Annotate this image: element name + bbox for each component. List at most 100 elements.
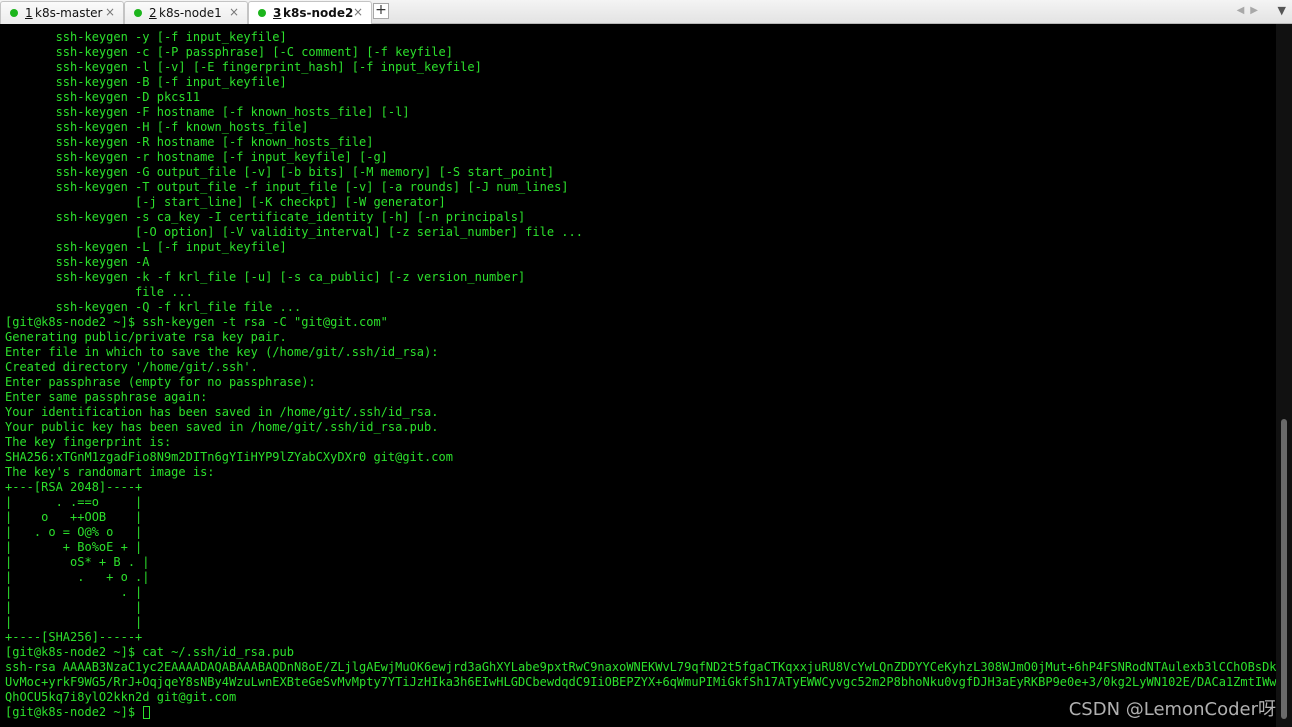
terminal-line-text: ssh-keygen -B [-f input_keyfile]	[5, 75, 287, 89]
terminal-line-text: ssh-keygen -L [-f input_keyfile]	[5, 240, 287, 254]
terminal-line: ssh-keygen -c [-P passphrase] [-C commen…	[5, 45, 1276, 60]
terminal-line: ssh-keygen -s ca_key -I certificate_iden…	[5, 210, 1276, 225]
connected-status-icon	[258, 9, 266, 17]
terminal-line: ssh-keygen -L [-f input_keyfile]	[5, 240, 1276, 255]
terminal-line: +---[RSA 2048]----+	[5, 480, 1276, 495]
terminal-line: ssh-keygen -A	[5, 255, 1276, 270]
tab-list-dropdown-icon[interactable]: ▼	[1278, 4, 1286, 17]
terminal-line-text: Your identification has been saved in /h…	[5, 405, 439, 419]
terminal-line: Your identification has been saved in /h…	[5, 405, 1276, 420]
tab-k8s-node1[interactable]: 2 k8s-node1 ×	[124, 1, 248, 24]
terminal-line: | + Bo%oE + |	[5, 540, 1276, 555]
connected-status-icon	[10, 9, 18, 17]
close-icon[interactable]: ×	[105, 5, 115, 19]
terminal-line-text: ssh-keygen -s ca_key -I certificate_iden…	[5, 210, 526, 224]
terminal-line: | |	[5, 600, 1276, 615]
terminal-line-text: | |	[5, 600, 143, 614]
session-tab-bar: 1 k8s-master × 2 k8s-node1 × 3 k8s-node2…	[0, 0, 1292, 24]
terminal-line: UvMoc+yrkF9WG5/RrJ+OqjqeY8sNBy4WzuLwnEXB…	[5, 675, 1276, 690]
terminal-line-text: SHA256:xTGnM1zgadFio8N9m2DITn6gYIiHYP9lZ…	[5, 450, 453, 464]
terminal-line: ssh-keygen -H [-f known_hosts_file]	[5, 120, 1276, 135]
terminal-line-text: Enter file in which to save the key (/ho…	[5, 345, 439, 359]
terminal-line: | . o = O@% o |	[5, 525, 1276, 540]
close-icon[interactable]: ×	[229, 5, 239, 19]
terminal-output[interactable]: ssh-keygen -y [-f input_keyfile] ssh-key…	[0, 24, 1276, 727]
terminal-line: The key fingerprint is:	[5, 435, 1276, 450]
terminal-line-text: The key's randomart image is:	[5, 465, 215, 479]
terminal-line: ssh-rsa AAAAB3NzaC1yc2EAAAADAQABAAABAQDn…	[5, 660, 1276, 675]
tab-number: 3	[273, 6, 282, 20]
terminal-line-text: The key fingerprint is:	[5, 435, 172, 449]
terminal-lines: ssh-keygen -y [-f input_keyfile] ssh-key…	[5, 30, 1276, 720]
terminal-line-text: ssh-keygen -H [-f known_hosts_file]	[5, 120, 309, 134]
terminal-line: ssh-keygen -B [-f input_keyfile]	[5, 75, 1276, 90]
terminal-line: The key's randomart image is:	[5, 465, 1276, 480]
scrollbar-thumb[interactable]	[1281, 419, 1287, 719]
terminal-line-text: [-j start_line] [-K checkpt] [-W generat…	[5, 195, 446, 209]
terminal-line-text: ssh-keygen -k -f krl_file [-u] [-s ca_pu…	[5, 270, 526, 284]
terminal-line-text: | o ++OOB |	[5, 510, 143, 524]
terminal-line-text: ssh-keygen -T output_file -f input_file …	[5, 180, 569, 194]
terminal-line: [git@k8s-node2 ~]$ cat ~/.ssh/id_rsa.pub	[5, 645, 1276, 660]
terminal-line: [-O option] [-V validity_interval] [-z s…	[5, 225, 1276, 240]
terminal-line-text: Generating public/private rsa key pair.	[5, 330, 287, 344]
terminal-line-text: | . o = O@% o |	[5, 525, 143, 539]
terminal-line-text: file ...	[5, 285, 193, 299]
terminal-line-text: [git@k8s-node2 ~]$ cat ~/.ssh/id_rsa.pub	[5, 645, 294, 659]
terminal-line: [git@k8s-node2 ~]$ ssh-keygen -t rsa -C …	[5, 315, 1276, 330]
terminal-line: | |	[5, 615, 1276, 630]
terminal-line-text: ssh-keygen -y [-f input_keyfile]	[5, 30, 287, 44]
terminal-line-text: ssh-keygen -r hostname [-f input_keyfile…	[5, 150, 388, 164]
terminal-line-text: | . + o .|	[5, 570, 150, 584]
terminal-line: +----[SHA256]-----+	[5, 630, 1276, 645]
terminal-line: ssh-keygen -Q -f krl_file file ...	[5, 300, 1276, 315]
terminal-line-text: | + Bo%oE + |	[5, 540, 143, 554]
terminal-line: ssh-keygen -G output_file [-v] [-b bits]…	[5, 165, 1276, 180]
terminal-line: file ...	[5, 285, 1276, 300]
terminal-line-text: Your public key has been saved in /home/…	[5, 420, 439, 434]
terminal-line: Enter file in which to save the key (/ho…	[5, 345, 1276, 360]
tab-scroll-arrows-icon[interactable]: ◀▶	[1237, 5, 1264, 16]
tab-label: k8s-node1	[159, 6, 222, 20]
terminal-line-text: | . |	[5, 585, 143, 599]
terminal-line-text: +---[RSA 2048]----+	[5, 480, 143, 494]
terminal-line-text: +----[SHA256]-----+	[5, 630, 143, 644]
terminal-line-text: Enter same passphrase again:	[5, 390, 208, 404]
terminal-line: ssh-keygen -y [-f input_keyfile]	[5, 30, 1276, 45]
terminal-line-text: [-O option] [-V validity_interval] [-z s…	[5, 225, 583, 239]
terminal-line-text: ssh-keygen -F hostname [-f known_hosts_f…	[5, 105, 410, 119]
terminal-line: Your public key has been saved in /home/…	[5, 420, 1276, 435]
terminal-line-text: ssh-keygen -G output_file [-v] [-b bits]…	[5, 165, 555, 179]
terminal-line: Enter same passphrase again:	[5, 390, 1276, 405]
close-icon[interactable]: ×	[353, 5, 363, 19]
terminal-line-text: ssh-keygen -c [-P passphrase] [-C commen…	[5, 45, 453, 59]
terminal-line: | . + o .|	[5, 570, 1276, 585]
terminal-line: | . .==o |	[5, 495, 1276, 510]
tab-k8s-node2[interactable]: 3 k8s-node2 ×	[248, 1, 372, 24]
tab-label: k8s-master	[35, 6, 103, 20]
terminal-line-text: | |	[5, 615, 143, 629]
terminal-line: | o ++OOB |	[5, 510, 1276, 525]
tab-number: 2	[149, 6, 157, 20]
terminal-line-text: QhOCU5kq7i8ylO2kkn2d git@git.com	[5, 690, 237, 704]
terminal-line-text: [git@k8s-node2 ~]$	[5, 705, 143, 719]
terminal-line: Created directory '/home/git/.ssh'.	[5, 360, 1276, 375]
terminal-line-text: ssh-rsa AAAAB3NzaC1yc2EAAAADAQABAAABAQDn…	[5, 660, 1276, 674]
terminal-line: ssh-keygen -T output_file -f input_file …	[5, 180, 1276, 195]
tab-label: k8s-node2	[283, 6, 354, 20]
terminal-line-text: UvMoc+yrkF9WG5/RrJ+OqjqeY8sNBy4WzuLwnEXB…	[5, 675, 1276, 689]
connected-status-icon	[134, 9, 142, 17]
terminal-line: [-j start_line] [-K checkpt] [-W generat…	[5, 195, 1276, 210]
terminal-scrollbar[interactable]	[1276, 24, 1292, 727]
terminal-line-text: Enter passphrase (empty for no passphras…	[5, 375, 316, 389]
terminal-line: ssh-keygen -F hostname [-f known_hosts_f…	[5, 105, 1276, 120]
tab-k8s-master[interactable]: 1 k8s-master ×	[0, 1, 124, 24]
terminal-line: Generating public/private rsa key pair.	[5, 330, 1276, 345]
terminal-line-text: ssh-keygen -R hostname [-f known_hosts_f…	[5, 135, 374, 149]
terminal-line-text: ssh-keygen -l [-v] [-E fingerprint_hash]…	[5, 60, 482, 74]
tab-number: 1	[25, 6, 33, 20]
terminal-line-text: Created directory '/home/git/.ssh'.	[5, 360, 258, 374]
terminal-line: ssh-keygen -r hostname [-f input_keyfile…	[5, 150, 1276, 165]
terminal-line: ssh-keygen -R hostname [-f known_hosts_f…	[5, 135, 1276, 150]
new-tab-button[interactable]: +	[373, 3, 389, 19]
